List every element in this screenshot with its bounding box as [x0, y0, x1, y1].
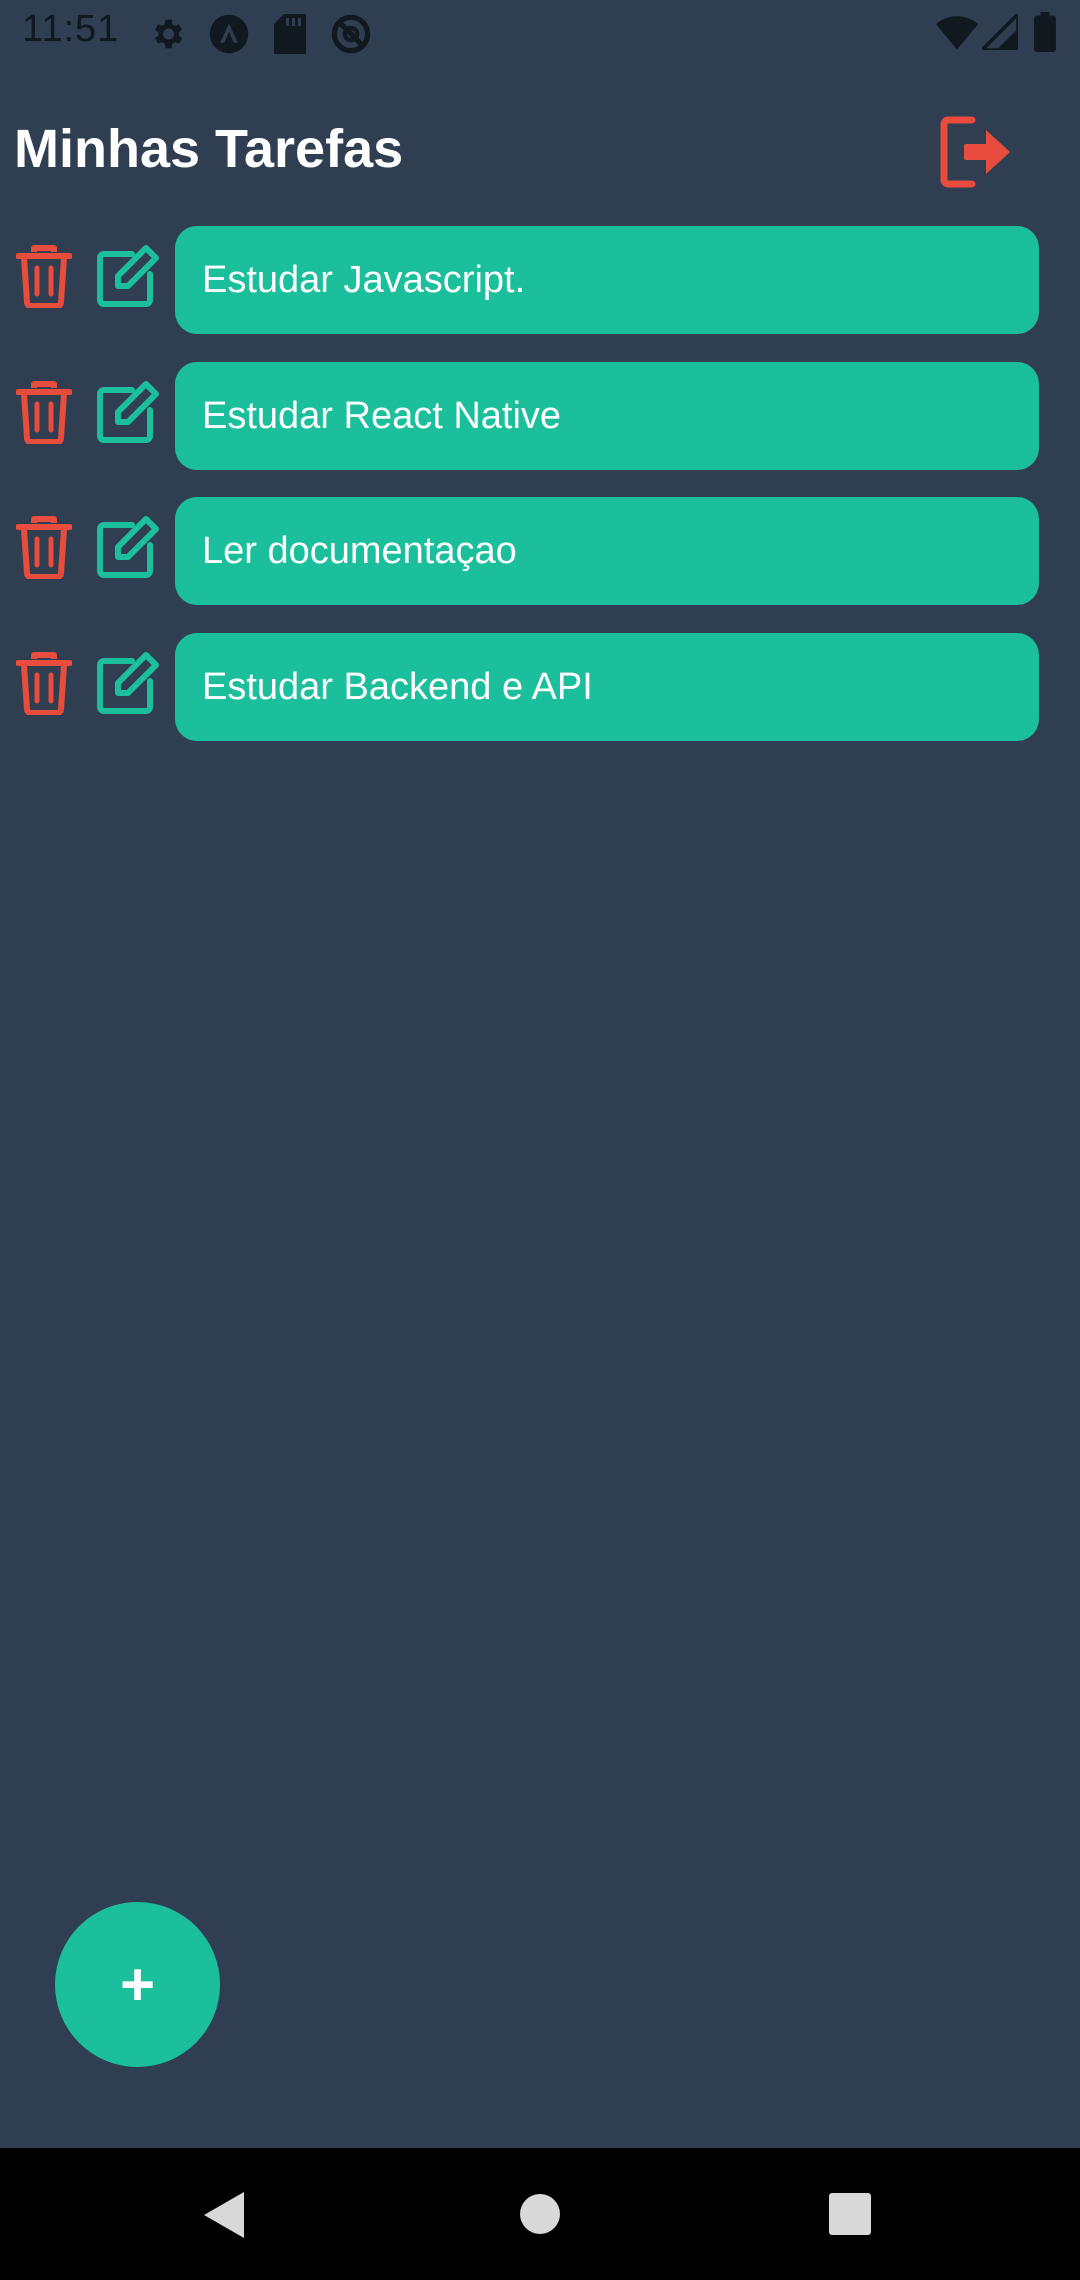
home-icon[interactable] [519, 2193, 561, 2240]
task-item[interactable]: Estudar Backend e API [175, 633, 1039, 741]
signal-icon [977, 9, 1020, 55]
task-text: Ler documentaçao [202, 529, 517, 572]
task-text: Estudar Javascript. [202, 258, 526, 301]
edit-icon [96, 652, 160, 719]
battery-icon [1034, 12, 1056, 57]
trash-icon [15, 245, 73, 312]
sd-card-icon [274, 14, 306, 59]
logout-button[interactable] [940, 114, 1014, 190]
delete-button[interactable] [15, 651, 73, 716]
back-icon[interactable] [204, 2192, 244, 2243]
task-row: Estudar React Native [0, 362, 1080, 470]
delete-button[interactable] [15, 244, 73, 309]
trash-icon [15, 516, 73, 583]
task-item[interactable]: Ler documentaçao [175, 497, 1039, 605]
add-task-button[interactable]: + [55, 1902, 220, 2067]
edit-button[interactable] [96, 515, 160, 579]
task-item[interactable]: Estudar Javascript. [175, 226, 1039, 334]
launcher-icon [208, 13, 250, 60]
task-row: Estudar Javascript. [0, 226, 1080, 334]
logout-icon [940, 116, 1014, 194]
delete-button[interactable] [15, 515, 73, 580]
task-row: Estudar Backend e API [0, 633, 1080, 741]
delete-button[interactable] [15, 380, 73, 445]
trash-icon [15, 381, 73, 448]
edit-icon [96, 516, 160, 583]
task-text: Estudar React Native [202, 394, 562, 437]
wifi-icon [936, 14, 978, 55]
edit-button[interactable] [96, 651, 160, 715]
edit-icon [96, 381, 160, 448]
edit-icon [96, 245, 160, 312]
page-title: Minhas Tarefas [14, 119, 404, 179]
no-disturb-icon [330, 13, 372, 60]
status-time: 11:51 [22, 8, 120, 50]
plus-icon: + [119, 1951, 156, 2018]
edit-button[interactable] [96, 380, 160, 444]
task-text: Estudar Backend e API [202, 665, 593, 708]
navigation-bar [0, 2148, 1080, 2280]
edit-button[interactable] [96, 244, 160, 308]
status-bar: 11:51 [0, 0, 1080, 66]
task-item[interactable]: Estudar React Native [175, 362, 1039, 470]
task-row: Ler documentaçao [0, 497, 1080, 605]
gear-icon [148, 15, 186, 58]
trash-icon [15, 652, 73, 719]
recents-icon[interactable] [829, 2193, 871, 2240]
